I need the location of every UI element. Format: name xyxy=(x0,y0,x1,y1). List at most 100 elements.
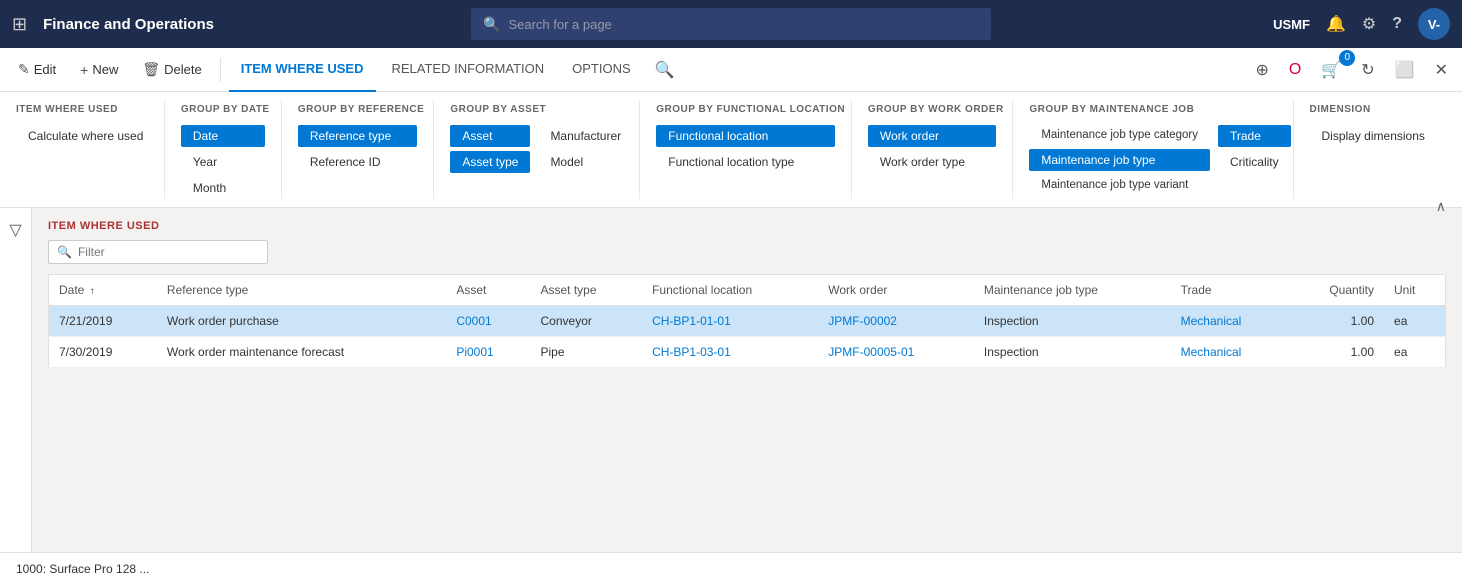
filter-input[interactable] xyxy=(78,245,259,259)
cell-trade: Mechanical xyxy=(1171,306,1289,337)
col-asset: Asset xyxy=(446,275,530,306)
functional-location-button[interactable]: Functional location xyxy=(656,125,835,147)
cell-work-order: JPMF-00005-01 xyxy=(818,337,974,368)
col-trade: Trade xyxy=(1171,275,1289,306)
avatar[interactable]: V- xyxy=(1418,8,1450,40)
manufacturer-button[interactable]: Manufacturer xyxy=(538,125,633,147)
cell-quantity: 1.00 xyxy=(1289,306,1384,337)
content-section-label: ITEM WHERE USED xyxy=(48,220,1446,232)
section-header-group-by-maintenance-job: GROUP BY MAINTENANCE JOB xyxy=(1029,104,1276,115)
calculate-where-used-button[interactable]: Calculate where used xyxy=(16,125,148,147)
trade-button[interactable]: Trade xyxy=(1218,125,1291,147)
cell-reference-type: Work order purchase xyxy=(157,306,446,337)
date-button[interactable]: Date xyxy=(181,125,265,147)
table-header: Date ↑ Reference type Asset Asset type F… xyxy=(49,275,1446,306)
edit-icon: ✎ xyxy=(18,61,30,78)
cell-date: 7/30/2019 xyxy=(49,337,157,368)
section-header-group-by-reference: GROUP BY REFERENCE xyxy=(298,104,418,115)
bell-icon[interactable]: 🔔 xyxy=(1326,14,1346,34)
search-input[interactable] xyxy=(508,17,979,32)
sidebar-filter[interactable]: ▽ xyxy=(0,208,32,552)
toolbar-section-group-by-reference: GROUP BY REFERENCE Reference type Refere… xyxy=(282,100,435,199)
table-row[interactable]: 7/30/2019 Work order maintenance forecas… xyxy=(49,337,1446,368)
delete-icon: 🗑 xyxy=(142,61,160,78)
maint-job-type-variant-button[interactable]: Maintenance job type variant xyxy=(1029,175,1210,195)
cell-functional-location: CH-BP1-03-01 xyxy=(642,337,818,368)
reference-id-button[interactable]: Reference ID xyxy=(298,151,418,173)
grid-icon[interactable]: ⊞ xyxy=(12,14,27,35)
toolbar-section-group-by-asset: GROUP BY ASSET Asset Asset type Manufact… xyxy=(434,100,640,199)
cell-trade: Mechanical xyxy=(1171,337,1289,368)
edit-button[interactable]: ✎ Edit xyxy=(8,55,66,84)
ribbon-right-actions: ⊕ O 🛒 0 ↻ ⬜ ✕ xyxy=(1249,56,1454,84)
cell-asset: C0001 xyxy=(446,306,530,337)
user-org-label: USMF xyxy=(1273,17,1310,32)
status-bar: 1000: Surface Pro 128 ... xyxy=(0,552,1462,584)
section-header-group-by-functional-location: GROUP BY FUNCTIONAL LOCATION xyxy=(656,104,835,115)
office-icon-button[interactable]: O xyxy=(1283,57,1307,83)
badge-wrap: 🛒 0 xyxy=(1315,56,1347,84)
close-icon-button[interactable]: ✕ xyxy=(1429,56,1454,84)
year-button[interactable]: Year xyxy=(181,151,265,173)
tab-options[interactable]: OPTIONS xyxy=(560,48,643,92)
work-order-button[interactable]: Work order xyxy=(868,125,996,147)
cell-work-order: JPMF-00002 xyxy=(818,306,974,337)
search-icon: 🔍 xyxy=(483,16,500,33)
cell-maintenance-job-type: Inspection xyxy=(974,337,1171,368)
refresh-icon-button[interactable]: ↻ xyxy=(1355,56,1380,84)
maint-job-type-button[interactable]: Maintenance job type xyxy=(1029,149,1210,171)
col-unit: Unit xyxy=(1384,275,1445,306)
ribbon-separator-1 xyxy=(220,58,221,82)
month-button[interactable]: Month xyxy=(181,177,265,199)
toolbar-panel: ITEM WHERE USED Calculate where used GRO… xyxy=(0,92,1462,208)
panel-collapse-button[interactable]: ∧ xyxy=(1436,198,1446,215)
cell-date: 7/21/2019 xyxy=(49,306,157,337)
cell-asset-type: Pipe xyxy=(531,337,643,368)
gear-icon[interactable]: ⚙ xyxy=(1362,14,1376,34)
table-row[interactable]: 7/21/2019 Work order purchase C0001 Conv… xyxy=(49,306,1446,337)
criticality-button[interactable]: Criticality xyxy=(1218,151,1291,173)
toolbar-section-dimension: DIMENSION Display dimensions xyxy=(1294,100,1447,199)
tab-related-information[interactable]: RELATED INFORMATION xyxy=(380,48,557,92)
cell-unit: ea xyxy=(1384,306,1445,337)
section-header-group-by-work-order: GROUP BY WORK ORDER xyxy=(868,104,996,115)
reference-type-button[interactable]: Reference type xyxy=(298,125,418,147)
delete-button[interactable]: 🗑 Delete xyxy=(132,55,211,84)
search-bar: 🔍 xyxy=(471,8,991,40)
asset-button[interactable]: Asset xyxy=(450,125,530,147)
toolbar-section-group-by-functional-location: GROUP BY FUNCTIONAL LOCATION Functional … xyxy=(640,100,852,199)
functional-location-type-button[interactable]: Functional location type xyxy=(656,151,835,173)
model-button[interactable]: Model xyxy=(538,151,633,173)
toolbar-section-group-by-date: GROUP BY DATE Date Year Month xyxy=(165,100,282,199)
sort-arrow-date: ↑ xyxy=(90,286,95,297)
toolbar-section-item-where-used: ITEM WHERE USED Calculate where used xyxy=(16,100,165,199)
search-ribbon-icon[interactable]: 🔍 xyxy=(655,60,675,80)
cell-unit: ea xyxy=(1384,337,1445,368)
cell-reference-type: Work order maintenance forecast xyxy=(157,337,446,368)
filter-icon: ▽ xyxy=(9,220,21,240)
pin-icon-button[interactable]: ⊕ xyxy=(1249,56,1274,84)
cell-asset: Pi0001 xyxy=(446,337,530,368)
cell-asset-type: Conveyor xyxy=(531,306,643,337)
asset-type-button[interactable]: Asset type xyxy=(450,151,530,173)
col-reference-type: Reference type xyxy=(157,275,446,306)
maint-job-type-category-button[interactable]: Maintenance job type category xyxy=(1029,125,1210,145)
nav-right-actions: USMF 🔔 ⚙ ? V- xyxy=(1273,8,1450,40)
col-functional-location: Functional location xyxy=(642,275,818,306)
maximize-icon-button[interactable]: ⬜ xyxy=(1389,56,1421,84)
section-header-dimension: DIMENSION xyxy=(1310,104,1431,115)
help-icon[interactable]: ? xyxy=(1392,15,1402,33)
display-dimensions-button[interactable]: Display dimensions xyxy=(1310,125,1431,147)
cart-badge: 0 xyxy=(1339,50,1355,66)
section-header-group-by-asset: GROUP BY ASSET xyxy=(450,104,623,115)
new-button[interactable]: + New xyxy=(70,56,128,84)
toolbar-section-group-by-work-order: GROUP BY WORK ORDER Work order Work orde… xyxy=(852,100,1013,199)
col-date[interactable]: Date ↑ xyxy=(49,275,157,306)
work-order-type-button[interactable]: Work order type xyxy=(868,151,996,173)
tab-item-where-used[interactable]: ITEM WHERE USED xyxy=(229,48,376,92)
new-icon: + xyxy=(80,62,88,78)
content-area: ITEM WHERE USED 🔍 Date ↑ Reference type … xyxy=(32,208,1462,552)
top-navigation: ⊞ Finance and Operations 🔍 USMF 🔔 ⚙ ? V- xyxy=(0,0,1462,48)
ribbon: ✎ Edit + New 🗑 Delete ITEM WHERE USED RE… xyxy=(0,48,1462,92)
table-body: 7/21/2019 Work order purchase C0001 Conv… xyxy=(49,306,1446,368)
